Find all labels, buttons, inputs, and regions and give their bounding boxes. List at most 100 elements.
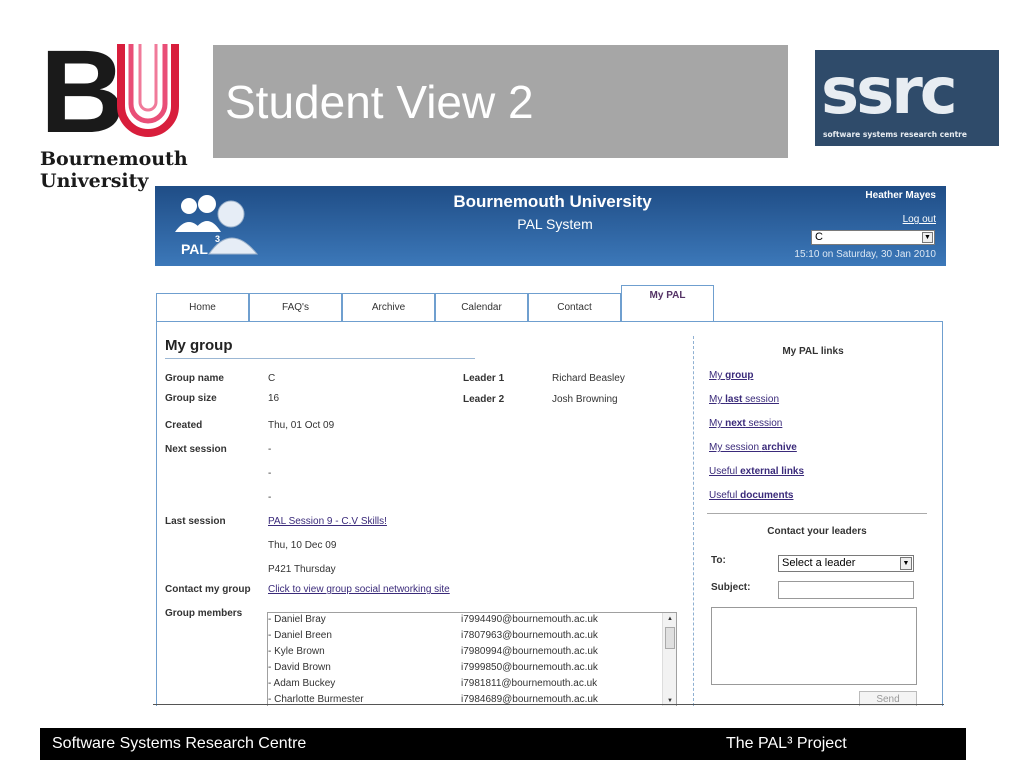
- members-scrollbar[interactable]: ▲ ▼: [662, 613, 676, 706]
- footer-right-text: The PAL³ Project: [726, 735, 847, 752]
- list-item: - David Brown i7999850@bournemouth.ac.uk: [268, 661, 663, 677]
- link-external-links[interactable]: Useful external links: [709, 466, 804, 477]
- last-session-room: P421 Thursday: [268, 564, 336, 575]
- link-bold-text: documents: [740, 490, 794, 501]
- header-timestamp: 15:10 on Saturday, 30 Jan 2010: [794, 249, 936, 260]
- list-item: - Daniel Breen i7807963@bournemouth.ac.u…: [268, 629, 663, 645]
- ssrc-logo: ssrc software systems research centre: [815, 50, 999, 146]
- user-name: Heather Mayes: [865, 190, 936, 201]
- member-email: i7981811@bournemouth.ac.uk: [461, 678, 598, 689]
- pal-logo-superscript: 3: [215, 234, 221, 244]
- member-name: - Daniel Breen: [268, 630, 332, 641]
- group-size-value: 16: [268, 393, 280, 404]
- member-email: i7999850@bournemouth.ac.uk: [461, 662, 598, 673]
- tab-calendar[interactable]: Calendar: [435, 293, 528, 322]
- section-title: My group: [165, 337, 233, 354]
- link-text: My: [709, 394, 726, 405]
- next-session-line: -: [268, 444, 272, 455]
- last-session-label: Last session: [165, 516, 226, 527]
- created-label: Created: [165, 420, 203, 431]
- app-bottom-divider: [153, 704, 944, 705]
- app-header: PAL 3 Bournemouth University PAL System …: [155, 186, 946, 266]
- link-bold-text: next: [725, 418, 746, 429]
- last-session-link[interactable]: PAL Session 9 - C.V Skills!: [268, 516, 387, 527]
- leader1-label: Leader 1: [463, 373, 505, 384]
- leader2-label: Leader 2: [463, 394, 505, 405]
- group-select[interactable]: C ▼: [811, 230, 935, 245]
- link-text: My session: [709, 442, 762, 453]
- slide-footer: Software Systems Research Centre The PAL…: [40, 728, 966, 760]
- app-header-title: Bournemouth University: [453, 192, 652, 211]
- scroll-up-icon[interactable]: ▲: [664, 613, 676, 625]
- link-bold-text: external links: [740, 466, 805, 477]
- link-my-last-session[interactable]: My last session: [709, 394, 779, 405]
- slide-title: Student View 2: [225, 76, 534, 128]
- contact-group-label: Contact my group: [165, 584, 251, 595]
- leader1-value: Richard Beasley: [552, 373, 625, 384]
- tab-faqs[interactable]: FAQ's: [249, 293, 342, 322]
- link-bold-text: last: [725, 394, 743, 405]
- bu-logo-name-line1: Bournemouth: [40, 148, 188, 170]
- leader-select[interactable]: Select a leader ▼: [778, 555, 914, 572]
- scrollbar-thumb[interactable]: [665, 627, 675, 649]
- bu-logo-letter-u: [117, 44, 179, 137]
- next-session-line: -: [268, 492, 272, 503]
- tab-home[interactable]: Home: [156, 293, 249, 322]
- tab-archive[interactable]: Archive: [342, 293, 435, 322]
- link-text: Useful: [709, 466, 741, 477]
- subject-input[interactable]: [778, 581, 914, 599]
- member-name: - Kyle Brown: [268, 646, 325, 657]
- bournemouth-university-logo: B Bournemouth University: [40, 26, 190, 194]
- chevron-down-icon: ▼: [900, 557, 912, 570]
- tab-contact[interactable]: Contact: [528, 293, 621, 322]
- section-divider: [165, 358, 475, 359]
- group-select-value: C: [815, 231, 823, 243]
- to-label: To:: [711, 555, 726, 566]
- list-item: - Adam Buckey i7981811@bournemouth.ac.uk: [268, 677, 663, 693]
- sidebar-divider: [707, 513, 927, 514]
- member-name: - Daniel Bray: [268, 614, 326, 625]
- link-bold-text: group: [725, 370, 754, 381]
- group-members-list[interactable]: - Daniel Bray i7994490@bournemouth.ac.uk…: [267, 612, 677, 706]
- link-documents[interactable]: Useful documents: [709, 490, 793, 501]
- link-text: Useful: [709, 490, 741, 501]
- link-text: My: [709, 370, 726, 381]
- link-text: session: [745, 418, 783, 429]
- created-value: Thu, 01 Oct 09: [268, 420, 335, 431]
- link-my-next-session[interactable]: My next session: [709, 418, 782, 429]
- member-email: i7980994@bournemouth.ac.uk: [461, 646, 598, 657]
- my-pal-links-title: My PAL links: [782, 346, 844, 357]
- column-divider: [693, 336, 694, 706]
- ssrc-logo-subtitle: software systems research centre: [823, 130, 967, 139]
- group-name-label: Group name: [165, 373, 224, 384]
- leader-select-value: Select a leader: [782, 557, 856, 569]
- link-my-group[interactable]: My group: [709, 370, 753, 381]
- slide-title-box: Student View 2: [213, 45, 788, 158]
- social-network-link[interactable]: Click to view group social networking si…: [268, 584, 450, 595]
- link-text: My: [709, 418, 726, 429]
- message-textarea[interactable]: [711, 607, 917, 685]
- list-item: - Daniel Bray i7994490@bournemouth.ac.uk: [268, 613, 663, 629]
- footer-left-text: Software Systems Research Centre: [52, 735, 307, 752]
- app-header-subtitle: PAL System: [517, 216, 593, 232]
- logout-link[interactable]: Log out: [903, 214, 936, 225]
- group-members-label: Group members: [165, 608, 243, 619]
- member-email: i7807963@bournemouth.ac.uk: [461, 630, 598, 641]
- member-name: - Adam Buckey: [268, 678, 336, 689]
- ssrc-logo-text: ssrc: [821, 55, 958, 129]
- next-session-line: -: [268, 468, 272, 479]
- last-session-date: Thu, 10 Dec 09: [268, 540, 337, 551]
- chevron-down-icon: ▼: [922, 232, 933, 243]
- subject-label: Subject:: [711, 582, 751, 593]
- bu-logo-letter-b: B: [40, 26, 125, 158]
- tab-my-pal[interactable]: My PAL: [621, 285, 714, 322]
- leader2-value: Josh Browning: [552, 394, 618, 405]
- link-session-archive[interactable]: My session archive: [709, 442, 797, 453]
- member-name: - David Brown: [268, 662, 331, 673]
- next-session-label: Next session: [165, 444, 227, 455]
- pal-logo-text: PAL: [181, 241, 208, 257]
- list-item: - Kyle Brown i7980994@bournemouth.ac.uk: [268, 645, 663, 661]
- link-bold-text: archive: [761, 442, 797, 453]
- group-name-value: C: [268, 373, 276, 384]
- member-email: i7994490@bournemouth.ac.uk: [461, 614, 598, 625]
